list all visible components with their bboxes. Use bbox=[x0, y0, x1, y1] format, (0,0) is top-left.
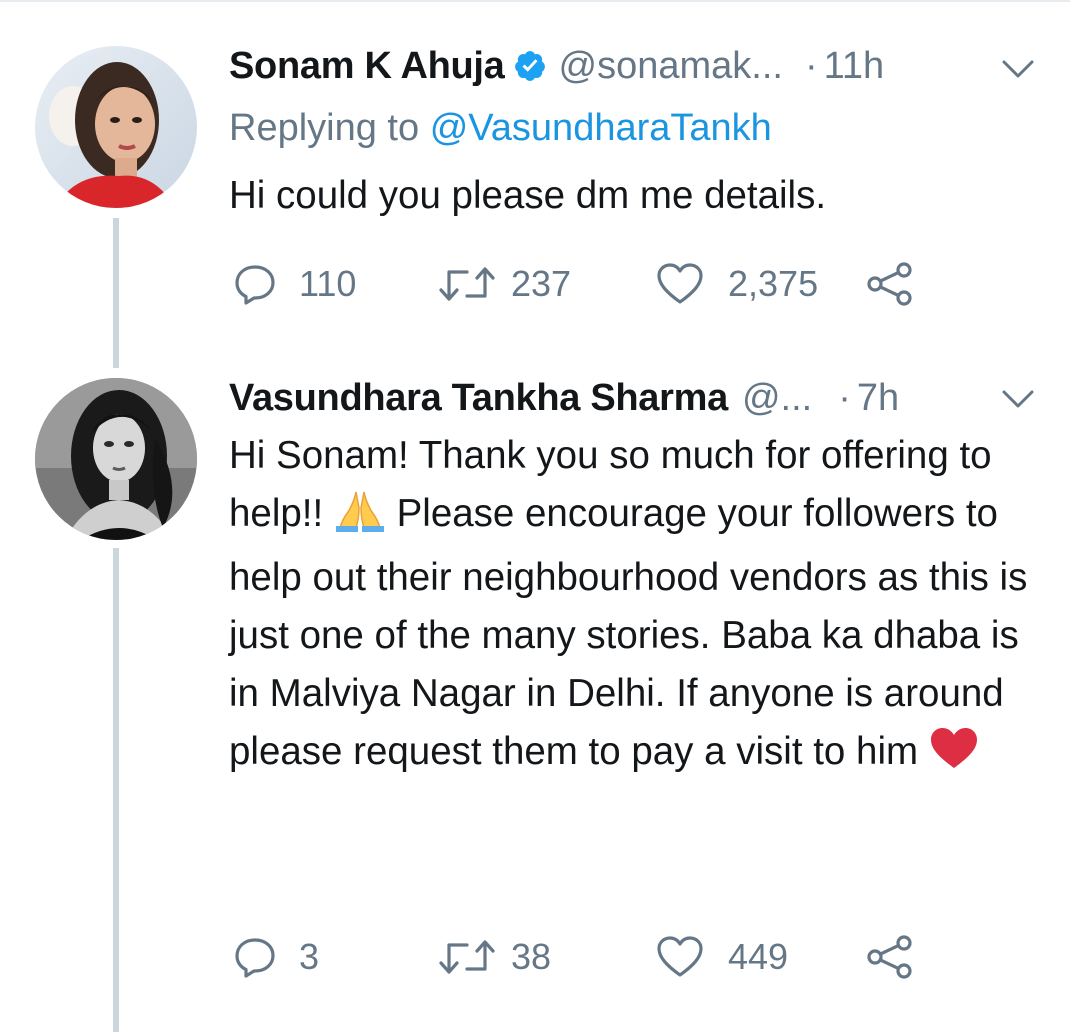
retweet-icon bbox=[439, 940, 495, 974]
retweet-icon bbox=[439, 267, 495, 301]
chevron-down-icon[interactable] bbox=[998, 384, 1038, 414]
retweet-button[interactable]: 237 bbox=[439, 259, 571, 309]
thread-line bbox=[113, 548, 119, 1032]
avatar[interactable] bbox=[35, 378, 197, 540]
red-heart-emoji-icon bbox=[929, 726, 979, 787]
retweet-count: 237 bbox=[511, 263, 572, 304]
replying-to: Replying to @VasundharaTankh bbox=[229, 106, 772, 150]
like-count: 2,375 bbox=[728, 263, 819, 304]
tweet-text: Hi Sonam! Thank you so much for offering… bbox=[229, 427, 1029, 787]
tweet-time[interactable]: 11h bbox=[824, 44, 885, 88]
replying-to-mention[interactable]: @VasundharaTankh bbox=[430, 107, 772, 149]
tweet-header: Sonam K Ahuja @sonamak... · 11h bbox=[229, 44, 884, 88]
share-button[interactable] bbox=[866, 259, 914, 309]
share-icon bbox=[867, 262, 912, 306]
tweet-text: Hi could you please dm me details. bbox=[229, 174, 827, 217]
author-name[interactable]: Vasundhara Tankha Sharma bbox=[229, 376, 728, 420]
reply-button[interactable]: 3 bbox=[233, 932, 319, 982]
like-count: 449 bbox=[728, 936, 789, 977]
thread-line bbox=[113, 218, 119, 368]
author-handle[interactable]: @sonamak... bbox=[559, 44, 783, 88]
retweet-button[interactable]: 38 bbox=[439, 932, 551, 982]
reply-count: 3 bbox=[299, 936, 320, 977]
tweet-time[interactable]: 7h bbox=[857, 376, 899, 420]
tweet-actions: 110 237 2,375 bbox=[229, 259, 989, 309]
reply-icon bbox=[235, 938, 275, 978]
separator-dot: · bbox=[838, 377, 851, 419]
share-icon bbox=[867, 935, 912, 979]
like-button[interactable]: 2,375 bbox=[656, 259, 818, 309]
retweet-count: 38 bbox=[511, 936, 552, 977]
separator-dot: · bbox=[804, 45, 818, 87]
verified-badge-icon bbox=[513, 49, 547, 83]
heart-icon bbox=[657, 936, 703, 977]
author-name[interactable]: Sonam K Ahuja bbox=[229, 44, 505, 88]
replying-to-label: Replying to bbox=[229, 107, 420, 149]
tweet-actions: 3 38 449 bbox=[229, 932, 989, 982]
author-handle[interactable]: @... bbox=[742, 376, 812, 420]
heart-icon bbox=[657, 263, 703, 304]
avatar[interactable] bbox=[35, 46, 197, 208]
tweet-header: Vasundhara Tankha Sharma @... · 7h bbox=[229, 376, 899, 420]
like-button[interactable]: 449 bbox=[656, 932, 788, 982]
reply-count: 110 bbox=[299, 263, 357, 304]
share-button[interactable] bbox=[866, 932, 914, 982]
chevron-down-icon[interactable] bbox=[998, 54, 1038, 84]
reply-button[interactable]: 110 bbox=[233, 259, 356, 309]
top-divider bbox=[0, 0, 1070, 2]
folded-hands-emoji-icon bbox=[334, 488, 386, 549]
reply-icon bbox=[235, 265, 275, 305]
